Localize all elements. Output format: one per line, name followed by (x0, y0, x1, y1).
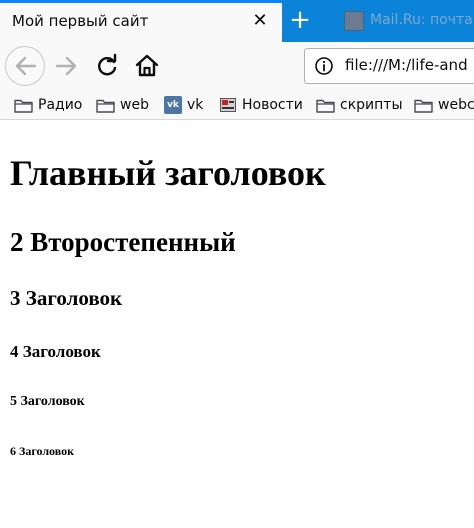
folder-icon (316, 99, 335, 113)
navigation-toolbar: file:///M:/life-and (0, 42, 474, 90)
info-icon[interactable] (314, 56, 334, 76)
bookmark-label: webc (438, 97, 474, 113)
bookmark-web[interactable]: web (96, 94, 149, 116)
heading-3: 3 Заголовок (10, 286, 123, 310)
bookmark-scripts[interactable]: скрипты (316, 94, 403, 116)
address-bar[interactable]: file:///M:/life-and (304, 48, 474, 84)
heading-2: 2 Второстепенный (10, 227, 236, 257)
url-text[interactable]: file:///M:/life-and (345, 56, 468, 74)
bookmarks-toolbar: Радио web vk vk Новости скрипты webc (0, 90, 474, 120)
heading-1: Главный заголовок (10, 153, 326, 193)
heading-4: 4 Заголовок (10, 342, 101, 361)
tab-strip: Мой первый сайт ✕ + Mail.Ru: почта (0, 0, 474, 42)
home-icon (135, 54, 159, 77)
vk-icon: vk (164, 96, 182, 114)
heading-5: 5 Заголовок (10, 394, 85, 409)
bookmark-label: скрипты (340, 97, 403, 113)
bookmark-webc[interactable]: webc (414, 94, 474, 116)
back-arrow-icon (15, 56, 37, 76)
mail-favicon-icon (344, 11, 364, 31)
bookmark-label: Новости (242, 97, 303, 113)
folder-icon (414, 99, 433, 113)
bookmark-vk[interactable]: vk vk (164, 94, 203, 116)
tab-inactive[interactable]: Mail.Ru: почта (336, 0, 474, 42)
tab-inactive-title: Mail.Ru: почта (370, 12, 473, 28)
home-button[interactable] (133, 51, 161, 79)
page-content: Главный заголовок 2 Второстепенный 3 Заг… (0, 121, 474, 528)
news-icon (219, 97, 237, 113)
forward-button[interactable] (52, 52, 80, 80)
tab-active-indicator (0, 0, 282, 3)
tab-active[interactable]: Мой первый сайт ✕ (0, 0, 282, 42)
bookmark-radio[interactable]: Радио (14, 94, 82, 116)
bookmark-label: web (120, 97, 149, 113)
folder-icon (96, 99, 115, 113)
bookmark-news[interactable]: Новости (219, 94, 303, 116)
heading-6: 6 Заголовок (10, 444, 75, 458)
back-button[interactable] (5, 46, 45, 86)
bookmark-label: vk (187, 97, 204, 113)
new-tab-button[interactable]: + (286, 7, 314, 34)
tab-title: Мой первый сайт (12, 12, 149, 30)
forward-arrow-icon (55, 56, 77, 76)
reload-icon (98, 53, 117, 76)
bookmark-label: Радио (38, 97, 83, 113)
reload-button[interactable] (93, 52, 121, 80)
folder-icon (14, 99, 33, 113)
close-tab-icon[interactable]: ✕ (250, 10, 270, 32)
